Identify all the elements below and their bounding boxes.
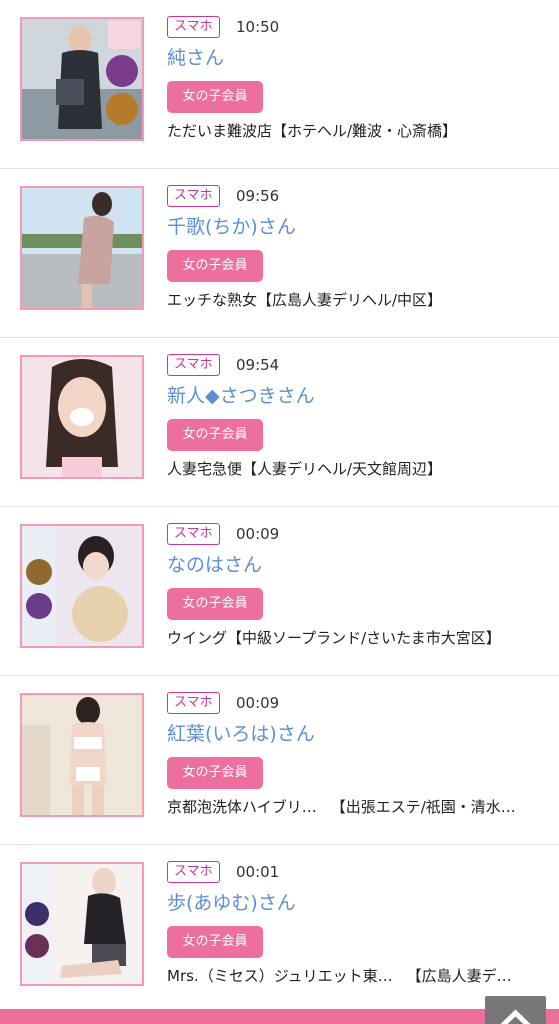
device-tag: スマホ bbox=[167, 16, 220, 38]
girl-name-link[interactable]: 純さん bbox=[167, 44, 224, 72]
shop-name: エッチな熟女【広島人妻デリヘル/中区】 bbox=[167, 291, 443, 309]
shop-info[interactable]: ウイング【中級ソープランド/さいたま市大宮区】 bbox=[167, 627, 542, 649]
member-badge: 女の子会員 bbox=[167, 250, 263, 282]
shop-info[interactable]: ただいま難波店【ホテヘル/難波・心斎橋】 bbox=[167, 120, 542, 142]
profile-photo[interactable] bbox=[20, 693, 144, 817]
profile-photo-image bbox=[22, 695, 142, 815]
profile-photo-image bbox=[22, 357, 142, 477]
device-tag: スマホ bbox=[167, 354, 220, 376]
device-tag: スマホ bbox=[167, 861, 220, 883]
device-tag: スマホ bbox=[167, 523, 220, 545]
device-tag: スマホ bbox=[167, 692, 220, 714]
list-item[interactable]: スマホ 10:50 純さん 女の子会員 ただいま難波店【ホテヘル/難波・心斎橋】 bbox=[0, 0, 559, 169]
shop-name: 京都泡洗体ハイブリ… bbox=[167, 798, 317, 816]
shop-name: 人妻宅急便【人妻デリヘル/天文館周辺】 bbox=[167, 460, 443, 478]
device-tag: スマホ bbox=[167, 185, 220, 207]
list-item[interactable]: スマホ 00:09 なのはさん 女の子会員 ウイング【中級ソープランド/さいたま… bbox=[0, 507, 559, 676]
profile-photo-image bbox=[22, 864, 142, 984]
member-badge: 女の子会員 bbox=[167, 588, 263, 620]
list-item[interactable]: スマホ 00:09 紅葉(いろは)さん 女の子会員 京都泡洗体ハイブリ… 【出張エ… bbox=[0, 676, 559, 845]
post-time: 09:54 bbox=[236, 356, 280, 374]
member-badge: 女の子会員 bbox=[167, 419, 263, 451]
profile-photo-image bbox=[22, 188, 142, 308]
activity-list-page: スマホ 10:50 純さん 女の子会員 ただいま難波店【ホテヘル/難波・心斎橋】… bbox=[0, 0, 559, 1024]
list-item[interactable]: スマホ 00:01 歩(あゆむ)さん 女の子会員 Mrs.（ミセス）ジュリエット… bbox=[0, 845, 559, 1014]
post-time: 10:50 bbox=[236, 18, 280, 36]
list-item[interactable]: スマホ 09:56 千歌(ちか)さん 女の子会員 エッチな熟女【広島人妻デリヘル… bbox=[0, 169, 559, 338]
shop-category: 【広島人妻デ… bbox=[406, 967, 512, 985]
profile-photo-image bbox=[22, 526, 142, 646]
back-to-top-button[interactable] bbox=[485, 996, 546, 1024]
chevron-up-icon bbox=[500, 1009, 531, 1024]
profile-photo-image bbox=[22, 19, 142, 139]
post-time: 00:09 bbox=[236, 694, 280, 712]
profile-photo[interactable] bbox=[20, 17, 144, 141]
profile-photo[interactable] bbox=[20, 186, 144, 310]
list-item[interactable]: スマホ 09:54 新人◆さつきさん 女の子会員 人妻宅急便【人妻デリヘル/天文… bbox=[0, 338, 559, 507]
shop-category: 【出張エステ/祇園・清水… bbox=[330, 798, 516, 816]
profile-photo[interactable] bbox=[20, 862, 144, 986]
member-badge: 女の子会員 bbox=[167, 81, 263, 113]
date-separator bbox=[0, 1009, 559, 1024]
girl-name-link[interactable]: 新人◆さつきさん bbox=[167, 382, 315, 410]
shop-name: Mrs.（ミセス）ジュリエット東… bbox=[167, 967, 393, 985]
profile-photo[interactable] bbox=[20, 524, 144, 648]
shop-info[interactable]: エッチな熟女【広島人妻デリヘル/中区】 bbox=[167, 289, 542, 311]
post-time: 09:56 bbox=[236, 187, 280, 205]
shop-info[interactable]: Mrs.（ミセス）ジュリエット東… 【広島人妻デ… bbox=[167, 965, 542, 987]
girl-name-link[interactable]: 歩(あゆむ)さん bbox=[167, 889, 296, 917]
shop-name: ウイング【中級ソープランド/さいたま市大宮区】 bbox=[167, 629, 501, 647]
member-badge: 女の子会員 bbox=[167, 926, 263, 958]
shop-name: ただいま難波店【ホテヘル/難波・心斎橋】 bbox=[167, 122, 458, 140]
post-time: 00:09 bbox=[236, 525, 280, 543]
profile-photo[interactable] bbox=[20, 355, 144, 479]
girl-name-link[interactable]: なのはさん bbox=[167, 551, 262, 579]
shop-info[interactable]: 京都泡洗体ハイブリ… 【出張エステ/祇園・清水… bbox=[167, 796, 542, 818]
girl-name-link[interactable]: 紅葉(いろは)さん bbox=[167, 720, 315, 748]
member-badge: 女の子会員 bbox=[167, 757, 263, 789]
girl-name-link[interactable]: 千歌(ちか)さん bbox=[167, 213, 296, 241]
post-time: 00:01 bbox=[236, 863, 280, 881]
shop-info[interactable]: 人妻宅急便【人妻デリヘル/天文館周辺】 bbox=[167, 458, 542, 480]
